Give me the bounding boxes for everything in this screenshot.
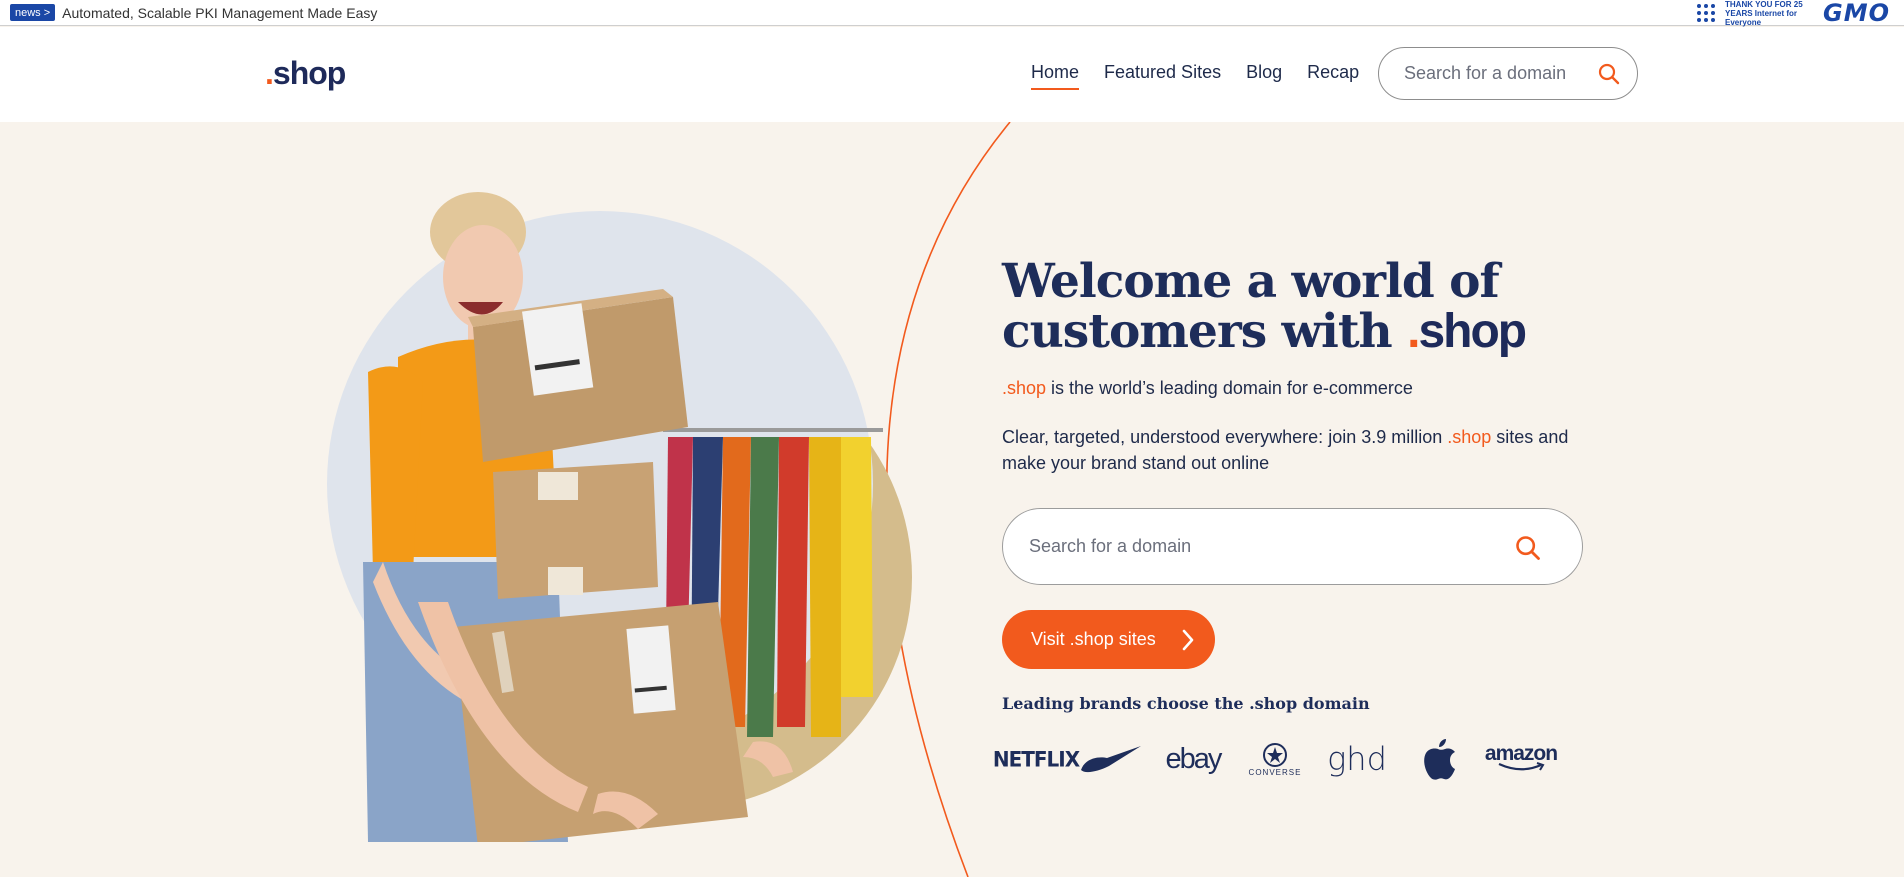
headline-line-1: Welcome a world of	[1002, 254, 1500, 309]
nav-featured-sites[interactable]: Featured Sites	[1104, 62, 1221, 90]
brands-title: Leading brands choose the .shop domain	[1002, 694, 1370, 713]
gmo-logo[interactable]: GMO	[1823, 0, 1890, 27]
nav-blog[interactable]: Blog	[1246, 62, 1282, 90]
hero-description: Clear, targeted, understood everywhere: …	[1002, 427, 1569, 473]
gmo-area: THANK YOU FOR 25 YEARS Internet for Ever…	[1697, 0, 1890, 27]
nav-recap[interactable]: Recap	[1307, 62, 1359, 90]
chevron-right-icon	[1182, 629, 1194, 651]
search-icon[interactable]	[1597, 62, 1621, 86]
news-bar: news > Automated, Scalable PKI Managemen…	[0, 0, 1904, 27]
hero-search-box	[1002, 508, 1583, 585]
amazon-logo: amazon	[1480, 743, 1562, 772]
netflix-logo: NETFLIX	[992, 746, 1080, 772]
hero-search-input[interactable]	[1029, 536, 1489, 557]
gmo-tagline: THANK YOU FOR 25 YEARS Internet for Ever…	[1725, 0, 1803, 27]
search-icon[interactable]	[1514, 534, 1542, 562]
brand-logos: NETFLIX ebay CONVERSE ghd amazon	[992, 734, 1562, 784]
ebay-logo: ebay	[1165, 742, 1223, 775]
apple-logo	[1398, 738, 1480, 780]
apps-grid-icon[interactable]	[1697, 4, 1716, 22]
hero-illustration	[327, 192, 912, 842]
news-badge[interactable]: news >	[10, 4, 56, 21]
header-search-box	[1378, 47, 1638, 100]
visit-shop-sites-button[interactable]: Visit .shop sites	[1002, 610, 1215, 669]
nav-home[interactable]: Home	[1031, 62, 1080, 90]
header-search-input[interactable]	[1404, 63, 1584, 84]
site-header: .shop Home Featured Sites Blog Recap	[0, 27, 1904, 122]
headline-shop-logo: .shop	[1407, 305, 1527, 358]
main-nav: Home Featured Sites Blog Recap	[1031, 62, 1359, 90]
ghd-logo: ghd	[1327, 740, 1387, 778]
hero-headline: Welcome a world of customers with .shop	[1002, 254, 1527, 359]
headline-line-2: customers with .shop	[1002, 304, 1527, 359]
shop-logo[interactable]: .shop	[265, 55, 346, 92]
hero-tagline: .shop is the world’s leading domain for …	[1002, 378, 1413, 398]
hero-section: Welcome a world of customers with .shop …	[0, 122, 1904, 877]
news-headline[interactable]: Automated, Scalable PKI Management Made …	[62, 5, 377, 21]
converse-logo: CONVERSE	[1234, 742, 1316, 777]
nike-logo	[1070, 744, 1152, 774]
